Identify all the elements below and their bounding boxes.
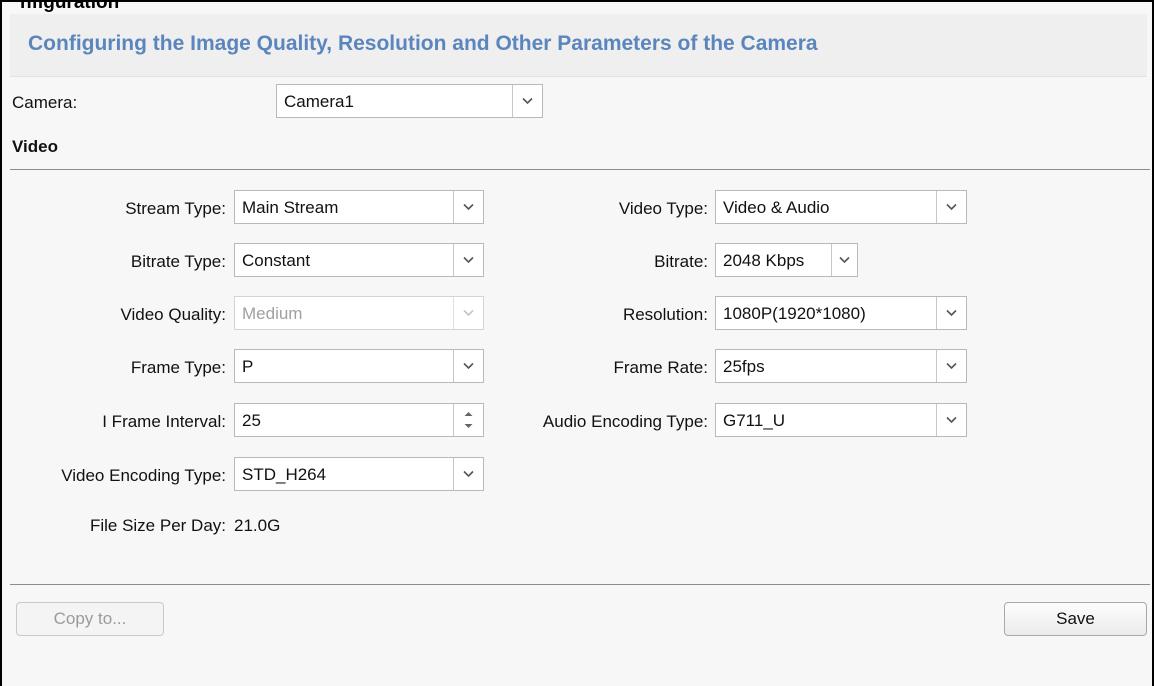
stream-type-label: Stream Type:: [125, 199, 226, 218]
audio-encoding-type-label: Audio Encoding Type:: [542, 412, 708, 431]
chevron-down-icon[interactable]: [936, 191, 966, 223]
chevron-down-icon[interactable]: [453, 244, 483, 276]
frame-rate-select[interactable]: 25fps: [715, 349, 967, 383]
frame-rate-label: Frame Rate:: [613, 358, 708, 377]
frame-type-select[interactable]: P: [234, 349, 484, 383]
config-dialog: nfiguration Configuring the Image Qualit…: [0, 0, 1154, 686]
chevron-down-icon[interactable]: [453, 350, 483, 382]
video-type-label: Video Type:: [618, 199, 708, 218]
bitrate-label: Bitrate:: [654, 252, 708, 271]
bitrate-type-value: Constant: [242, 251, 311, 270]
bitrate-type-label: Bitrate Type:: [130, 252, 226, 271]
video-quality-select: Medium: [234, 296, 484, 330]
spinner-arrows-icon[interactable]: [453, 404, 483, 436]
bitrate-select[interactable]: 2048 Kbps: [715, 243, 858, 277]
camera-select[interactable]: Camera1: [276, 84, 543, 118]
dialog-header: Configuring the Image Quality, Resolutio…: [10, 14, 1147, 77]
resolution-label: Resolution:: [622, 305, 708, 324]
frame-type-value: P: [242, 357, 254, 376]
chevron-down-icon[interactable]: [936, 404, 966, 436]
video-encoding-type-value: STD_H264: [242, 465, 327, 484]
chevron-down-icon[interactable]: [512, 85, 542, 117]
video-type-select[interactable]: Video & Audio: [715, 190, 967, 224]
video-encoding-type-select[interactable]: STD_H264: [234, 457, 484, 491]
stream-type-select[interactable]: Main Stream: [234, 190, 484, 224]
i-frame-interval-value: 25: [242, 411, 261, 430]
chevron-down-icon[interactable]: [831, 244, 857, 276]
i-frame-interval-stepper[interactable]: 25: [234, 403, 484, 437]
frame-rate-value: 25fps: [723, 357, 765, 376]
resolution-value: 1080P(1920*1080): [723, 304, 866, 323]
stream-type-value: Main Stream: [242, 198, 339, 217]
camera-label: Camera:: [12, 93, 78, 112]
bitrate-type-select[interactable]: Constant: [234, 243, 484, 277]
file-size-per-day-label: File Size Per Day:: [89, 516, 226, 535]
resolution-select[interactable]: 1080P(1920*1080): [715, 296, 967, 330]
video-encoding-type-label: Video Encoding Type:: [61, 466, 226, 485]
file-size-per-day-value: 21.0G: [234, 516, 281, 535]
frame-type-label: Frame Type:: [130, 358, 226, 377]
chevron-down-icon: [453, 297, 483, 329]
camera-select-value: Camera1: [284, 92, 354, 111]
footer-divider: [10, 584, 1150, 585]
audio-encoding-type-value: G711_U: [723, 411, 786, 430]
bitrate-value: 2048 Kbps: [723, 251, 805, 270]
copy-to-button: Copy to...: [16, 602, 164, 636]
chevron-down-icon[interactable]: [936, 350, 966, 382]
video-section-title: Video: [12, 137, 58, 156]
i-frame-interval-label: I Frame Interval:: [102, 412, 226, 431]
chevron-down-icon[interactable]: [453, 191, 483, 223]
section-divider: [10, 169, 1150, 170]
page-title: Configuring the Image Quality, Resolutio…: [28, 32, 818, 55]
video-quality-value: Medium: [242, 304, 303, 323]
save-button[interactable]: Save: [1004, 602, 1147, 636]
top-caption: nfiguration: [20, 0, 120, 13]
video-type-value: Video & Audio: [723, 198, 830, 217]
audio-encoding-type-select[interactable]: G711_U: [715, 403, 967, 437]
video-quality-label: Video Quality:: [120, 305, 226, 324]
chevron-down-icon[interactable]: [453, 458, 483, 490]
chevron-down-icon[interactable]: [936, 297, 966, 329]
